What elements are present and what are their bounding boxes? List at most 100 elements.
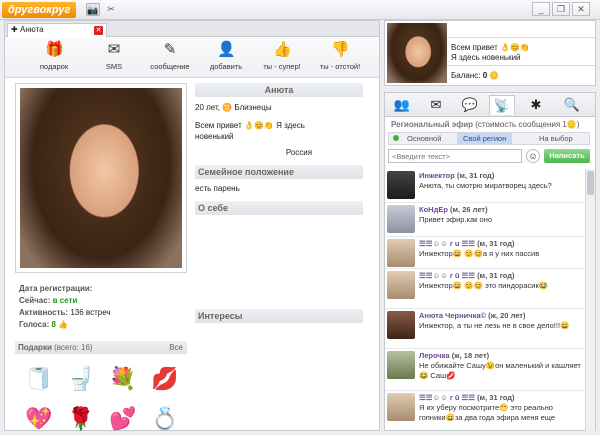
- message-nick[interactable]: КоНдЕр: [419, 205, 448, 214]
- sucks-button-label: ты - отстой!: [319, 62, 361, 71]
- status-emoji-icon: 👌😊👏: [500, 43, 530, 52]
- list-item[interactable]: ☰☰☺☺ r u ☰☰ (м, 31 год) Инжектор😄 😊😊а я …: [385, 237, 585, 269]
- message-input[interactable]: [388, 149, 522, 163]
- list-item[interactable]: КоНдЕр (м, 26 лет) Привет эфир.как оно: [385, 203, 585, 237]
- message-meta: (ж, 18 лет): [451, 351, 490, 360]
- list-item[interactable]: ☰☰☺☺ r ū ☰☰ (м, 31 год) Инжектор😄 😊😊 это…: [385, 269, 585, 309]
- my-avatar[interactable]: [387, 23, 447, 83]
- message-nick[interactable]: Анюта Черничка©: [419, 311, 486, 320]
- side-tabs: 👥 ✉ 💬 📡 ✱ 🔍: [385, 93, 595, 117]
- super-button[interactable]: 👍 ты - супер!: [253, 41, 311, 75]
- profile-photo: [20, 88, 182, 268]
- restore-button[interactable]: ❐: [552, 2, 570, 16]
- sms-button[interactable]: ✉ SMS: [85, 41, 143, 75]
- messages-tab-icon[interactable]: 💬: [457, 95, 483, 115]
- interests-header: Интересы: [195, 309, 363, 323]
- tab-choose-region[interactable]: На выбор: [533, 133, 579, 144]
- profile-photo-frame[interactable]: [15, 83, 187, 273]
- gift-bouquet-icon[interactable]: 💐: [105, 361, 141, 397]
- zodiac-icon: ♊: [222, 103, 233, 112]
- gift-roses-icon[interactable]: 🌹: [63, 401, 99, 435]
- message-button-label: сообщение: [150, 62, 190, 71]
- status-text-3: новенький: [195, 132, 234, 141]
- avatar[interactable]: [387, 393, 415, 421]
- list-item[interactable]: ☰☰☺☺ r ū ☰☰ (м, 31 год) Я их уберу посмо…: [385, 391, 585, 431]
- list-item[interactable]: Анюта Черничка© (ж, 20 лет) Инжектор, а …: [385, 309, 585, 349]
- avatar[interactable]: [387, 205, 415, 233]
- message-nick[interactable]: ☰☰☺☺ r ū ☰☰: [419, 393, 475, 402]
- title-bar: другвокруг 📷 ✂ _ ❐ ✕: [0, 0, 600, 20]
- bluetooth-tab-icon[interactable]: ✱: [523, 95, 549, 115]
- smiley-icon[interactable]: ☺: [526, 149, 540, 163]
- now-label: Сейчас:: [19, 296, 51, 305]
- message-text: Инжектор😄 😊😊 это пиндорасик😂: [419, 281, 549, 290]
- tools-icon[interactable]: ✂: [104, 3, 118, 16]
- message-nick[interactable]: Лерочка: [419, 351, 450, 360]
- avatar[interactable]: [387, 351, 415, 379]
- sucks-button[interactable]: 👎 ты - отстой!: [311, 41, 369, 75]
- tab-label: Анюта: [20, 25, 44, 34]
- scrollbar-thumb[interactable]: [587, 171, 594, 195]
- my-status: Всем привет 👌😊👏 Я здесь новенький: [451, 43, 530, 62]
- broadcast-tab-icon[interactable]: 📡: [489, 95, 515, 115]
- message-list: Инжектор (м, 31 год) Анюта, ты смотрю ми…: [385, 169, 585, 431]
- mini-divider: [447, 65, 595, 66]
- message-text: Не обижайте Сашу😉он маленький и кашляет😂…: [419, 361, 581, 380]
- message-meta: (м, 31 год): [477, 239, 515, 248]
- profile-tab-row: ✚ Анюта ✕: [5, 21, 379, 37]
- activity-label: Активность:: [19, 308, 69, 317]
- zodiac-text: Близнецы: [234, 103, 272, 112]
- message-meta: (м, 31 год): [477, 393, 515, 402]
- avatar[interactable]: [387, 239, 415, 267]
- activity-value: 136 встреч: [70, 308, 111, 317]
- camera-icon[interactable]: 📷: [86, 3, 100, 16]
- mini-divider: [447, 37, 595, 38]
- gift-button[interactable]: 🎁 подарок: [25, 41, 83, 75]
- tab-profile[interactable]: ✚ Анюта ✕: [7, 23, 107, 37]
- message-nick[interactable]: ☰☰☺☺ r ū ☰☰: [419, 271, 475, 280]
- chat-panel: 👥 ✉ 💬 📡 ✱ 🔍 Региональный эфир (стоимость…: [384, 92, 596, 431]
- add-friend-button-label: добавить: [209, 62, 243, 71]
- my-profile-card[interactable]: Всем привет 👌😊👏 Я здесь новенький Баланс…: [384, 20, 596, 86]
- tab-main-channel[interactable]: Основной: [401, 133, 447, 144]
- profile-stats: Дата регистрации: Сейчас: в сети Активно…: [19, 283, 189, 331]
- gift-toilet-paper-icon[interactable]: 🧻: [21, 361, 57, 397]
- chat-scrollbar[interactable]: [585, 169, 595, 431]
- app-logo[interactable]: другвокруг: [2, 2, 77, 18]
- avatar[interactable]: [387, 311, 415, 339]
- tab-own-region[interactable]: Свой регион: [457, 133, 513, 144]
- add-friend-button[interactable]: 👤 добавить: [197, 41, 255, 75]
- message-button[interactable]: ✎ сообщение: [141, 41, 199, 75]
- avatar[interactable]: [387, 271, 415, 299]
- message-text: Инжектор, а ты не лезь не в свое дело!!!…: [419, 321, 570, 330]
- gifts-count: (всего: 16): [54, 343, 93, 352]
- close-button[interactable]: ✕: [572, 2, 590, 16]
- balance-row: Баланс: 0 🪙: [451, 71, 499, 81]
- minimize-button[interactable]: _: [532, 2, 550, 16]
- message-nick[interactable]: ☰☰☺☺ r u ☰☰: [419, 239, 475, 248]
- gift-button-label: подарок: [39, 62, 69, 71]
- gift-heart-icon[interactable]: 💖: [21, 401, 57, 435]
- chat-cost: (стоимость сообщения 1: [475, 120, 567, 129]
- avatar[interactable]: [387, 171, 415, 199]
- search-tab-icon[interactable]: 🔍: [559, 95, 585, 115]
- balance-label: Баланс:: [451, 71, 481, 80]
- tab-close-icon[interactable]: ✕: [94, 26, 103, 35]
- message-nick[interactable]: Инжектор: [419, 171, 455, 180]
- radio-dot-icon: [393, 135, 399, 141]
- mail-tab-icon[interactable]: ✉: [423, 95, 449, 115]
- profile-toolbar: 🎁 подарок ✉ SMS ✎ сообщение 👤 добавить 👍…: [5, 38, 379, 78]
- gift-toilet-icon[interactable]: 🚽: [63, 361, 99, 397]
- gift-lips-icon[interactable]: 💋: [147, 361, 183, 397]
- city-text: Россия: [285, 148, 313, 157]
- gift-hearts-icon[interactable]: 💕: [105, 401, 141, 435]
- votes-label: Голоса:: [19, 320, 50, 329]
- list-item[interactable]: Инжектор (м, 31 год) Анюта, ты смотрю ми…: [385, 169, 585, 203]
- message-text: Инжектор😄 😊😊а я у них пассив: [419, 249, 540, 258]
- gift-ring-icon[interactable]: 💍: [147, 401, 183, 435]
- users-tab-icon[interactable]: 👥: [389, 95, 415, 115]
- send-button[interactable]: Написать: [544, 149, 590, 163]
- list-item[interactable]: Лерочка (ж, 18 лет) Не обижайте Сашу😉он …: [385, 349, 585, 391]
- online-status: в сети: [52, 296, 78, 305]
- gifts-all-link[interactable]: Все: [169, 341, 183, 354]
